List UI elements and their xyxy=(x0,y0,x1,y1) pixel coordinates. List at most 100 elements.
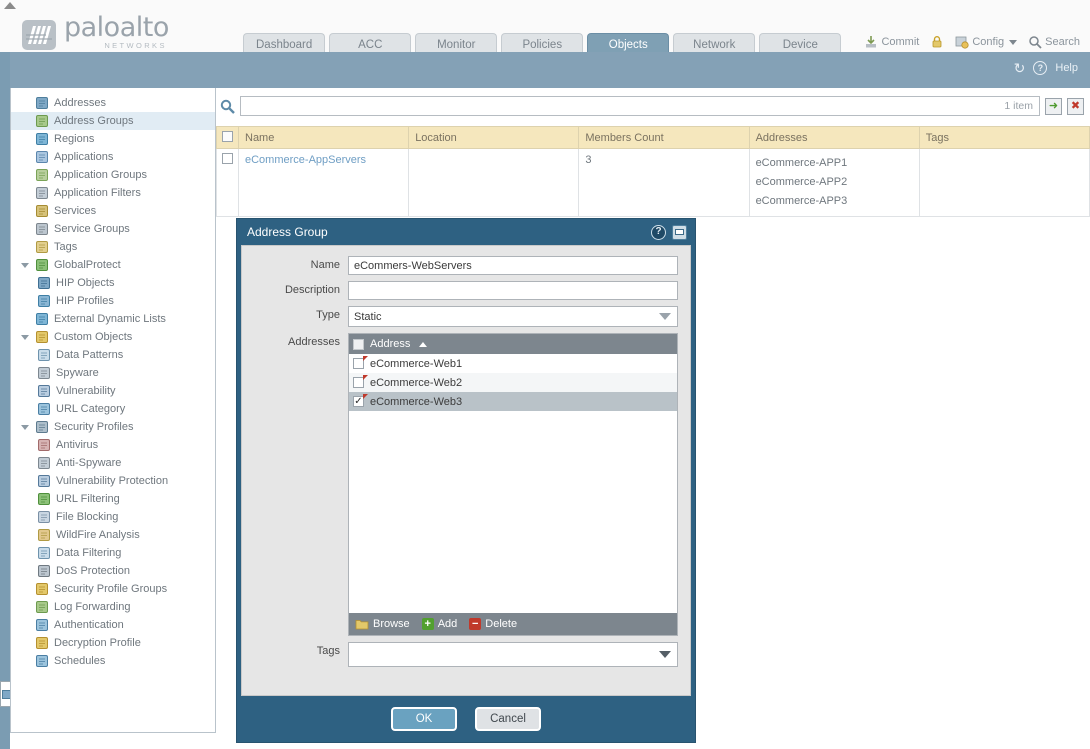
name-input[interactable] xyxy=(348,256,678,275)
sidebar-item-antivirus[interactable]: Antivirus xyxy=(11,436,215,454)
sidebar-item-authentication[interactable]: Authentication xyxy=(11,616,215,634)
sidebar-item-hip-profiles[interactable]: HIP Profiles xyxy=(11,292,215,310)
row-checkbox-cell[interactable] xyxy=(216,148,239,217)
sidebar-item-label: DoS Protection xyxy=(56,565,130,577)
cell-name[interactable]: eCommerce-AppServers xyxy=(237,148,410,217)
sidebar-item-wildfire-analysis[interactable]: WildFire Analysis xyxy=(11,526,215,544)
sidebar-item-addresses[interactable]: Addresses xyxy=(11,94,215,112)
ok-button[interactable]: OK xyxy=(391,707,457,731)
address-list-header[interactable]: Address xyxy=(349,334,677,354)
sidebar-item-schedules[interactable]: Schedules xyxy=(11,652,215,670)
sidebar-item-url-filtering[interactable]: URL Filtering xyxy=(11,490,215,508)
top-right-actions: Commit Config Search xyxy=(864,35,1080,49)
globalprotect-icon xyxy=(36,259,48,271)
dialog-help-icon[interactable]: ? xyxy=(651,224,666,240)
add-button[interactable]: + Add xyxy=(421,618,457,630)
sidebar-item-data-patterns[interactable]: Data Patterns xyxy=(11,346,215,364)
commit-button[interactable]: Commit xyxy=(864,35,919,49)
address-group-dialog: Address Group ? Name Description Type St… xyxy=(236,218,696,743)
sidebar-item-spyware[interactable]: Spyware xyxy=(11,364,215,382)
sidebar-item-external-dynamic-lists[interactable]: External Dynamic Lists xyxy=(11,310,215,328)
sidebar-item-hip-objects[interactable]: HIP Objects xyxy=(11,274,215,292)
description-field-row: Description xyxy=(242,281,678,300)
sidebar-item-globalprotect[interactable]: GlobalProtect xyxy=(11,256,215,274)
sidebar-item-tags[interactable]: Tags xyxy=(11,238,215,256)
tags-select[interactable] xyxy=(348,642,678,667)
table-row[interactable]: eCommerce-AppServers 3 eCommerce-APP1 eComm… xyxy=(216,148,1090,217)
object-sidebar: Addresses Address Groups Regions Applicatio… xyxy=(10,88,216,733)
select-all-header[interactable] xyxy=(216,126,239,149)
sidebar-item-log-forwarding[interactable]: Log Forwarding xyxy=(11,598,215,616)
sidebar-item-decryption-profile[interactable]: Decryption Profile xyxy=(11,634,215,652)
column-header-tags[interactable]: Tags xyxy=(918,126,1090,149)
sidebar-item-security-profiles[interactable]: Security Profiles xyxy=(11,418,215,436)
search-button[interactable]: Search xyxy=(1028,35,1080,49)
sidebar-item-label: Decryption Profile xyxy=(54,637,141,649)
dos-protection-icon xyxy=(38,565,50,577)
sidebar-item-services[interactable]: Services xyxy=(11,202,215,220)
address-item-label: eCommerce-Web3 xyxy=(370,395,463,408)
sidebar-item-application-groups[interactable]: Application Groups xyxy=(11,166,215,184)
search-input-wrapper[interactable]: 1 item xyxy=(240,96,1040,116)
sidebar-item-custom-objects[interactable]: Custom Objects xyxy=(11,328,215,346)
sidebar-item-label: HIP Objects xyxy=(56,277,115,289)
delete-button[interactable]: − Delete xyxy=(469,618,517,630)
sidebar-item-data-filtering[interactable]: Data Filtering xyxy=(11,544,215,562)
row-checkbox[interactable] xyxy=(222,153,233,164)
sidebar-item-applications[interactable]: Applications xyxy=(11,148,215,166)
help-icon[interactable]: ? xyxy=(1033,61,1048,75)
sidebar-item-regions[interactable]: Regions xyxy=(11,130,215,148)
sidebar-item-label: Regions xyxy=(54,133,95,145)
address-list-item[interactable]: ✓ eCommerce-Web3 xyxy=(349,392,677,411)
description-input[interactable] xyxy=(348,281,678,300)
sidebar-item-anti-spyware[interactable]: Anti-Spyware xyxy=(11,454,215,472)
expand-triangle-icon[interactable] xyxy=(21,262,29,268)
sidebar-item-service-groups[interactable]: Service Groups xyxy=(11,220,215,238)
sidebar-item-label: URL Category xyxy=(56,403,126,415)
lock-button[interactable] xyxy=(930,35,944,49)
refresh-icon[interactable]: ↻ xyxy=(1014,61,1026,75)
address-list-item[interactable]: eCommerce-Web1 xyxy=(349,354,677,373)
dialog-maximize-icon[interactable] xyxy=(672,224,687,240)
address-list-item[interactable]: eCommerce-Web2 xyxy=(349,373,677,392)
description-label: Description xyxy=(284,284,340,296)
select-all-checkbox[interactable] xyxy=(222,130,233,142)
apply-filter-button[interactable]: ➜ xyxy=(1045,97,1062,115)
sidebar-item-label: Spyware xyxy=(56,367,99,379)
sidebar-item-vulnerability[interactable]: Vulnerability xyxy=(11,382,215,400)
column-header-addresses[interactable]: Addresses xyxy=(748,126,920,149)
cell-tags xyxy=(918,148,1090,217)
sidebar-item-url-category[interactable]: URL Category xyxy=(11,400,215,418)
browse-button[interactable]: Browse xyxy=(355,617,410,631)
sidebar-item-application-filters[interactable]: Application Filters xyxy=(11,184,215,202)
data-filtering-icon xyxy=(38,547,50,559)
type-select[interactable]: Static xyxy=(348,306,678,327)
sidebar-item-label: Application Groups xyxy=(54,169,147,181)
address-entry: eCommerce-APP2 xyxy=(755,176,848,188)
expand-triangle-icon[interactable] xyxy=(21,424,29,430)
clear-filter-button[interactable]: ✖ xyxy=(1067,97,1084,115)
help-label[interactable]: Help xyxy=(1055,62,1078,74)
config-label: Config xyxy=(972,36,1005,48)
column-header-name[interactable]: Name xyxy=(237,126,410,149)
top-header-bar: paloalto NETWORKS Dashboard ACC Monitor Pol… xyxy=(0,0,1090,55)
column-header-location[interactable]: Location xyxy=(408,126,580,149)
vulnerability-protection-icon xyxy=(38,475,50,487)
cancel-button[interactable]: Cancel xyxy=(475,707,541,731)
application-filters-icon xyxy=(36,187,48,199)
chevron-down-icon xyxy=(659,313,671,320)
sidebar-item-security-profile-groups[interactable]: Security Profile Groups xyxy=(11,580,215,598)
address-group-link[interactable]: eCommerce-AppServers xyxy=(245,154,366,166)
table-body: eCommerce-AppServers 3 eCommerce-APP1 eComm… xyxy=(216,148,1090,217)
column-header-members-count[interactable]: Members Count xyxy=(578,126,750,149)
sidebar-item-label: GlobalProtect xyxy=(54,259,121,271)
config-menu[interactable]: Config xyxy=(955,35,1018,49)
sidebar-item-vulnerability-protection[interactable]: Vulnerability Protection xyxy=(11,472,215,490)
plus-icon: + xyxy=(421,618,434,630)
sidebar-item-address-groups[interactable]: Address Groups xyxy=(11,112,215,130)
sidebar-item-label: Authentication xyxy=(54,619,124,631)
sidebar-item-file-blocking[interactable]: File Blocking xyxy=(11,508,215,526)
address-select-all-checkbox[interactable] xyxy=(353,338,364,350)
sidebar-item-dos-protection[interactable]: DoS Protection xyxy=(11,562,215,580)
expand-triangle-icon[interactable] xyxy=(21,334,29,340)
